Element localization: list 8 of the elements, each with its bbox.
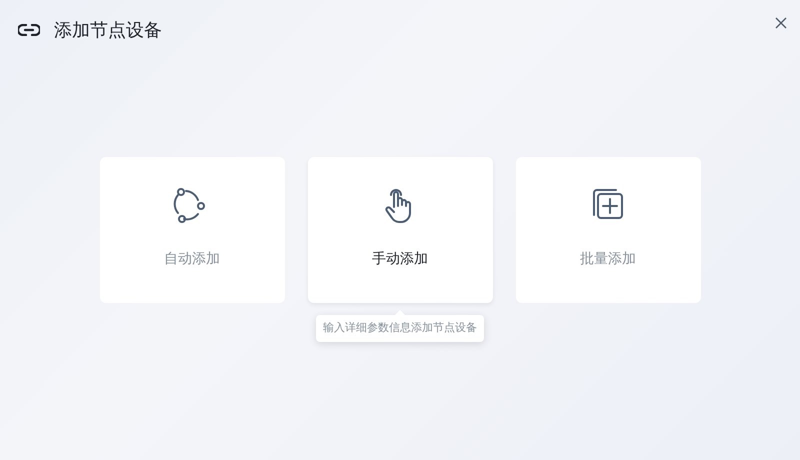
option-label: 批量添加 <box>580 250 636 269</box>
tooltip: 输入详细参数信息添加节点设备 <box>316 315 484 342</box>
link-icon <box>18 24 40 36</box>
dialog-title: 添加节点设备 <box>54 18 162 42</box>
option-card[interactable]: 自动添加 <box>100 157 284 303</box>
option-label: 自动添加 <box>164 250 220 269</box>
option-card[interactable]: 批量添加 <box>516 157 700 303</box>
option-label: 手动添加 <box>372 250 428 269</box>
